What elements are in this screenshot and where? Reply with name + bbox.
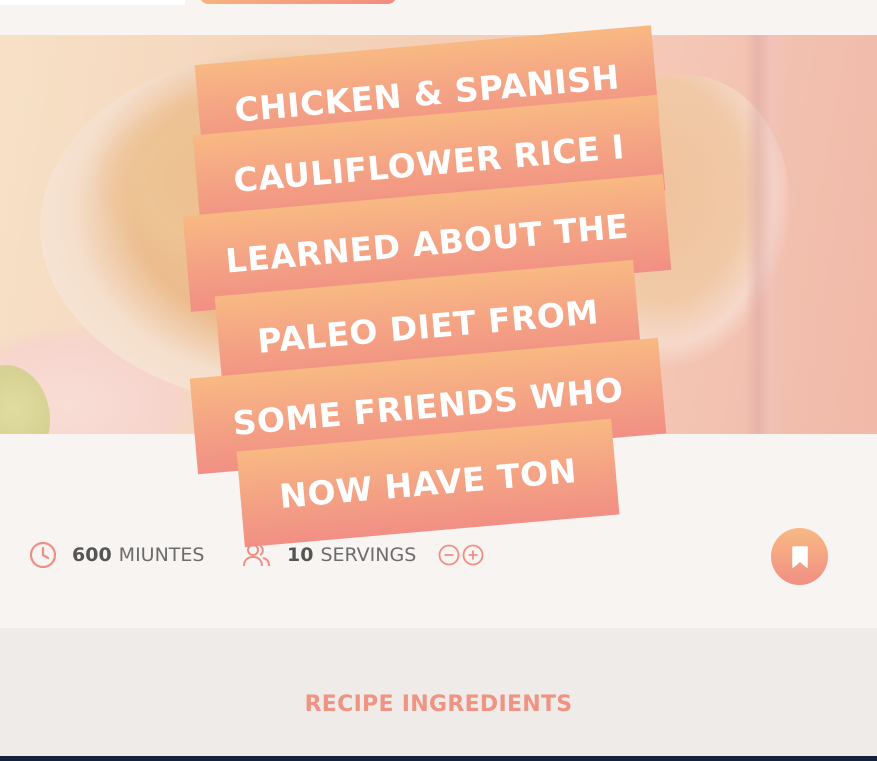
- top-action-button[interactable]: [200, 0, 396, 4]
- servings-value: 10: [287, 544, 314, 566]
- ingredients-section: RECIPE INGREDIENTS: [0, 628, 877, 761]
- people-icon: [243, 544, 270, 567]
- servings: 10 SERVINGS: [241, 540, 486, 570]
- top-search-field[interactable]: [0, 0, 185, 5]
- minus-circle-icon[interactable]: [438, 544, 460, 566]
- cook-time-value: 600: [72, 544, 112, 566]
- plus-circle-icon[interactable]: [462, 544, 484, 566]
- servings-stepper: [438, 544, 486, 566]
- recipe-hero-image: [0, 35, 877, 434]
- cook-time: 600 MIUNTES: [28, 540, 204, 570]
- top-bar: [0, 0, 877, 35]
- clock-icon: [29, 541, 57, 569]
- cook-time-unit: MIUNTES: [118, 544, 205, 566]
- bookmark-button[interactable]: [771, 528, 828, 585]
- recipe-meta: 600 MIUNTES 10 SERVINGS: [0, 520, 877, 590]
- footer-bar: [0, 756, 877, 761]
- bookmark-icon: [791, 545, 808, 568]
- servings-unit: SERVINGS: [320, 544, 417, 566]
- ingredients-heading: RECIPE INGREDIENTS: [304, 692, 573, 717]
